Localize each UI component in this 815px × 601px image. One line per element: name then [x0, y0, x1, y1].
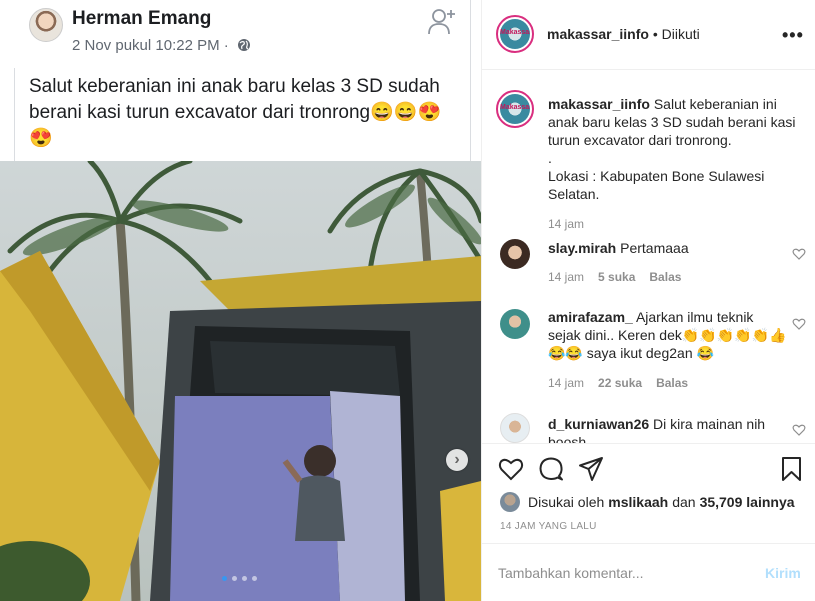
- divider: [14, 68, 15, 161]
- comment-text: amirafazam_ Ajarkan ilmu teknik sejak di…: [548, 308, 788, 362]
- comment-text: d_kurniawan26 Di kira mainan nih boosh: [548, 415, 788, 443]
- commenter-avatar[interactable]: [500, 309, 530, 339]
- caption-avatar[interactable]: Makassar: [496, 90, 534, 128]
- comments-list[interactable]: Makassar makassar_iinfo Salut keberanian…: [482, 71, 815, 443]
- reply-button[interactable]: Balas: [649, 270, 681, 284]
- avatar-image: Makassar: [500, 94, 530, 124]
- heart-icon[interactable]: [792, 317, 806, 331]
- caption-text: makassar_iinfo Salut keberanian ini anak…: [548, 95, 810, 203]
- next-photo-button[interactable]: ›: [446, 449, 468, 471]
- comment-body: Pertamaaa: [616, 240, 689, 256]
- caption-location: Lokasi : Kabupaten Bone Sulawesi Selatan…: [548, 168, 765, 202]
- carousel-dot[interactable]: [222, 576, 227, 581]
- post-photo[interactable]: ›: [0, 161, 481, 601]
- facebook-post: Herman Emang 2 Nov pukul 10:22 PM · Salu…: [0, 0, 481, 601]
- comment-time[interactable]: 14 jam: [548, 376, 584, 390]
- carousel-dot[interactable]: [232, 576, 237, 581]
- chevron-right-icon: ›: [454, 451, 460, 468]
- post-header: Makassar makassar_iinfo • Diikuti •••: [482, 0, 815, 70]
- post-text: Salut keberanian ini anak baru kelas 3 S…: [29, 76, 442, 149]
- add-user-icon[interactable]: [427, 6, 457, 36]
- author-avatar[interactable]: [29, 8, 63, 42]
- post-time[interactable]: 14 JAM YANG LALU: [500, 521, 597, 532]
- excavator-photo: [0, 161, 481, 601]
- carousel-dots: [222, 576, 257, 581]
- comment-icon[interactable]: [538, 456, 564, 482]
- carousel-dot[interactable]: [252, 576, 257, 581]
- account-line: makassar_iinfo • Diikuti: [547, 26, 700, 42]
- commenter-avatar[interactable]: [500, 239, 530, 269]
- post-meta: 2 Nov pukul 10:22 PM ·: [72, 37, 251, 56]
- heart-icon[interactable]: [792, 423, 806, 437]
- likes-summary: Disukai oleh mslikaah dan 35,709 lainnya: [500, 492, 799, 512]
- avatar-image: Makassar: [500, 19, 530, 49]
- post-header: Herman Emang 2 Nov pukul 10:22 PM ·: [0, 0, 481, 68]
- divider: [470, 0, 471, 161]
- comment-username[interactable]: d_kurniawan26: [548, 416, 649, 432]
- liked-by-count[interactable]: 35,709 lainnya: [700, 494, 795, 510]
- follow-status[interactable]: • Diikuti: [649, 26, 700, 42]
- avatar-logo-text: Makassar: [500, 104, 530, 111]
- caption-dot: .: [548, 150, 552, 166]
- caption-time[interactable]: 14 jam: [548, 217, 584, 231]
- carousel-dot[interactable]: [242, 576, 247, 581]
- share-icon[interactable]: [578, 456, 604, 482]
- liked-by-prefix: Disukai oleh: [528, 494, 605, 510]
- comment-username[interactable]: slay.mirah: [548, 240, 616, 256]
- avatar-logo-text: Makassar: [500, 29, 530, 36]
- comment-time[interactable]: 14 jam: [548, 270, 584, 284]
- comment-meta: 14 jam 22 suka Balas: [548, 376, 688, 390]
- liked-by-user[interactable]: mslikaah: [608, 494, 668, 510]
- comment-username[interactable]: amirafazam_: [548, 309, 633, 325]
- heart-icon[interactable]: [498, 456, 524, 482]
- comment-likes[interactable]: 22 suka: [598, 376, 642, 390]
- account-username[interactable]: makassar_iinfo: [547, 26, 649, 42]
- comment-text: slay.mirah Pertamaaa: [548, 239, 788, 257]
- liker-avatar[interactable]: [500, 492, 520, 512]
- instagram-panel: Makassar makassar_iinfo • Diikuti ••• Ma…: [481, 0, 815, 601]
- commenter-avatar[interactable]: [500, 413, 530, 443]
- send-comment-button[interactable]: Kirim: [765, 565, 801, 581]
- heart-icon[interactable]: [792, 247, 806, 261]
- liked-by-mid: dan: [672, 494, 696, 510]
- author-name[interactable]: Herman Emang: [72, 8, 211, 30]
- comment-likes[interactable]: 5 suka: [598, 270, 635, 284]
- caption-username[interactable]: makassar_iinfo: [548, 96, 650, 112]
- bookmark-icon[interactable]: [779, 456, 805, 482]
- add-comment-bar: Kirim: [482, 543, 815, 601]
- comment-meta: 14 jam 5 suka Balas: [548, 270, 681, 284]
- post-date[interactable]: 2 Nov pukul 10:22 PM ·: [72, 37, 233, 54]
- post-actions: Disukai oleh mslikaah dan 35,709 lainnya 14…: [482, 443, 815, 543]
- account-avatar[interactable]: Makassar: [496, 15, 534, 53]
- globe-icon: [237, 38, 251, 56]
- reply-button[interactable]: Balas: [656, 376, 688, 390]
- more-options-icon[interactable]: •••: [782, 25, 804, 46]
- comment-input[interactable]: [498, 561, 748, 585]
